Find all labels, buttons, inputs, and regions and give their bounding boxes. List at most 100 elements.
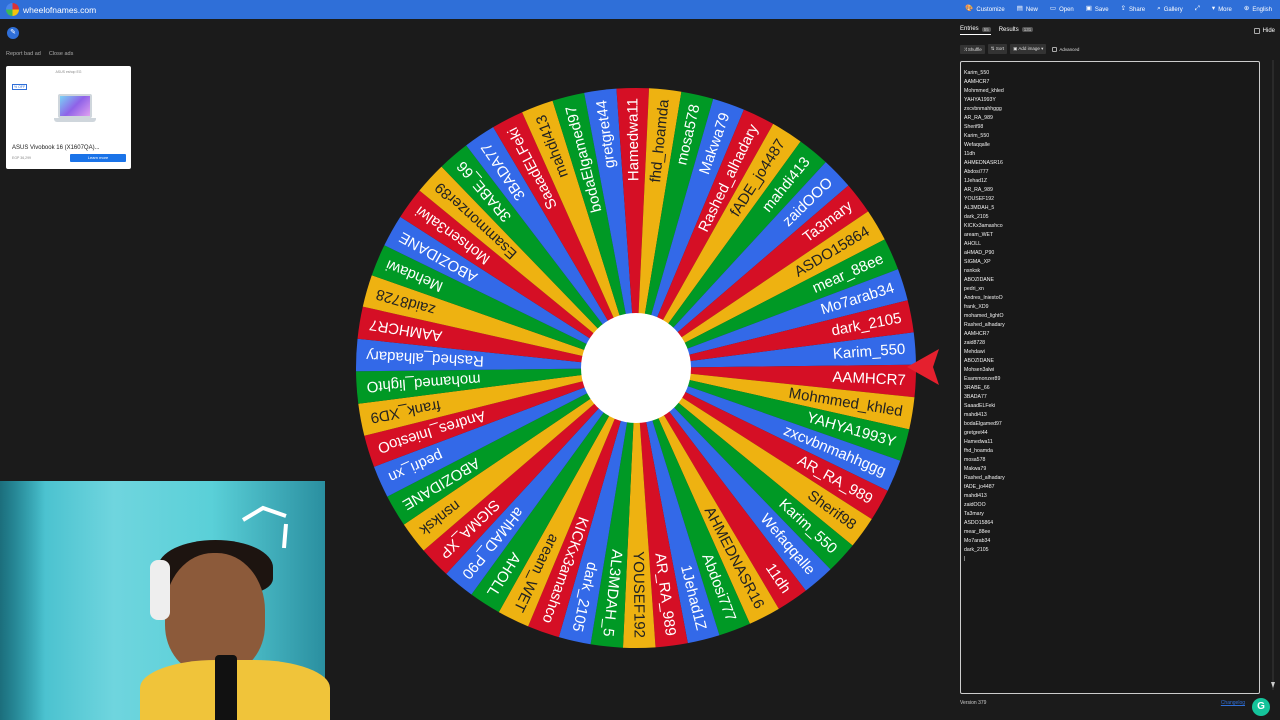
entry-line: Mohmmed_khled	[964, 88, 1004, 94]
hide-label: Hide	[1262, 28, 1275, 34]
entry-line: KICKx3amashco	[964, 223, 1003, 229]
entry-line: AR_RA_989	[964, 115, 993, 121]
new-icon: ▤	[1016, 5, 1023, 13]
menu-share-button[interactable]: ⇪ Share	[1121, 6, 1145, 13]
page-scrollbar[interactable]	[1270, 60, 1276, 690]
webcam-person	[165, 553, 265, 673]
entry-line: mosa578	[964, 457, 986, 463]
tab-results[interactable]: Results 131	[999, 26, 1034, 35]
entry-line: ABOZIDANE	[964, 277, 994, 283]
headphones	[150, 560, 170, 620]
menu-label: English	[1252, 6, 1272, 13]
entry-line: 3RABE_66	[964, 385, 990, 391]
menu-language-button[interactable]: ⊕ English	[1244, 6, 1272, 13]
entry-line: AR_RA_989	[964, 187, 993, 193]
add-image-label: Add image	[1018, 46, 1040, 51]
wheel-slice-label: Hamedwa11	[624, 98, 642, 181]
hide-checkbox[interactable]: Hide	[1253, 28, 1275, 34]
entry-line: Mohsen3alwi	[964, 367, 995, 373]
entry-line: nsnksk	[964, 268, 981, 274]
entry-line: AL3MDAH_5	[964, 205, 995, 211]
menu-open-button[interactable]: ▭ Open	[1050, 6, 1074, 13]
customize-icon: 🎨	[965, 5, 974, 13]
advanced-checkbox[interactable]: Advanced	[1052, 46, 1080, 52]
entry-line: 1Jehad1Z	[964, 178, 988, 184]
menu-label: Open	[1059, 6, 1074, 13]
menu-more-button[interactable]: ▾ More	[1212, 6, 1232, 13]
gallery-icon: ⌕	[1157, 5, 1161, 13]
edit-pencil-button[interactable]: ✎	[7, 27, 19, 39]
top-menu: 🎨 Customize ▤ New ▭ Open ▣ Save ⇪ Share ⌕ Gallery ⤢ ▾…	[965, 0, 1272, 19]
ad-learn-more-button[interactable]: Learn more	[70, 154, 126, 162]
ad-price: EGP 36,299	[12, 156, 32, 160]
wheel[interactable]: Karim_550 AAMHCR7 Mohmmed_khled YAHYA1993Y z…	[355, 87, 917, 649]
entry-line: fhd_hoamda	[964, 448, 993, 454]
wheel-center[interactable]	[581, 313, 691, 423]
tab-label: Entries	[960, 26, 979, 32]
tab-count: 55	[981, 26, 991, 32]
top-bar: wheelofnames.com 🎨 Customize ▤ New ▭ Open ▣ Sav…	[0, 0, 1280, 19]
report-ad-link[interactable]: Report bad ad	[6, 51, 41, 57]
laptop-image	[58, 94, 92, 118]
menu-new-button[interactable]: ▤ New	[1017, 6, 1038, 13]
entries-textarea[interactable]: Karim_550 AAMHCR7 Mohmmed_khled YAHYA1993Y z…	[960, 61, 1260, 694]
entry-line: zaidOOO	[964, 502, 986, 508]
entry-line: aream_WET	[964, 232, 994, 238]
close-ads-link[interactable]: Close ads	[49, 51, 73, 57]
entry-line: YAHYA1993Y	[964, 97, 996, 103]
ad-links: Report bad ad Close ads	[6, 51, 73, 57]
entry-line: Ta3mary	[964, 511, 984, 517]
entries-toolbar: ⤨ Shuffle ⇅ Sort ▣ Add image ▾ Advanced	[960, 44, 1079, 54]
entry-line: mahdi413	[964, 412, 987, 418]
grammarly-icon[interactable]: G	[1252, 698, 1270, 716]
entry-line: 3BADA77	[964, 394, 987, 400]
menu-label: Customize	[976, 6, 1005, 13]
site-name[interactable]: wheelofnames.com	[23, 5, 96, 15]
entries-panel: Entries 55 Results 131 Hide ⤨ Shuffle ⇅ …	[955, 22, 1280, 720]
shuffle-button[interactable]: ⤨ Shuffle	[960, 44, 985, 54]
entry-line: Karim_550	[964, 133, 990, 139]
entry-line: ABOZIDANE	[964, 358, 994, 364]
open-icon: ▭	[1049, 5, 1057, 13]
entry-line: mahdi413	[964, 493, 987, 499]
entry-line: Wefaqqalle	[964, 142, 990, 148]
wheel-slice-label: YOUSEF192	[630, 551, 648, 638]
entry-line: Makwa79	[964, 466, 987, 472]
webcam-shadow	[0, 481, 45, 720]
ad-title[interactable]: ASUS Vivobook 16 (X1607QA)...	[12, 145, 100, 151]
sort-label: Sort	[995, 46, 1005, 51]
entry-line: dark_2105	[964, 214, 989, 220]
ad-card[interactable]: ASUS eshop EG % OFF ASUS Vivobook 16 (X1…	[6, 66, 131, 169]
entry-line: fADE_jo4487	[964, 484, 995, 490]
menu-fullscreen-button[interactable]: ⤢	[1195, 6, 1200, 13]
entry-line: SIGMA_XP	[964, 259, 991, 265]
logo-icon[interactable]	[6, 3, 19, 16]
checkbox-icon[interactable]	[1253, 28, 1260, 34]
tab-entries[interactable]: Entries 55	[960, 26, 991, 35]
entry-line: SaaadELFeki	[964, 403, 996, 409]
menu-customize-button[interactable]: 🎨 Customize	[965, 6, 1004, 13]
sort-button[interactable]: ⇅ Sort	[987, 44, 1008, 54]
ad-sponsor: ASUS eshop EG	[55, 70, 82, 74]
checkbox-icon[interactable]	[1052, 46, 1058, 52]
entry-line: zxcvbnmahhggg	[964, 106, 1002, 112]
tab-count: 131	[1021, 27, 1034, 32]
entry-line: ASDO15864	[964, 520, 994, 526]
entry-line: YOUSEF192	[964, 196, 994, 202]
advanced-label: Advanced	[1059, 46, 1080, 52]
menu-gallery-button[interactable]: ⌕ Gallery	[1157, 6, 1183, 13]
menu-label: Gallery	[1163, 6, 1183, 13]
add-image-button[interactable]: ▣ Add image ▾	[1010, 44, 1047, 54]
menu-save-button[interactable]: ▣ Save	[1086, 6, 1109, 13]
share-icon: ⇪	[1120, 5, 1127, 13]
entry-line: Abdosi777	[964, 169, 989, 175]
entry-line: Rashed_alhadary	[964, 322, 1005, 328]
menu-label: Share	[1129, 6, 1146, 13]
entries-list: Karim_550 AAMHCR7 Mohmmed_khled YAHYA1993Y z…	[964, 69, 1256, 564]
menu-label: More	[1218, 6, 1232, 13]
entry-line: Esammonzer89	[964, 376, 1001, 382]
entry-line: AHMEDNASR16	[964, 160, 1003, 166]
changelog-link[interactable]: Changelog	[1221, 700, 1245, 706]
entry-line: Hamedwa11	[964, 439, 993, 445]
entry-line: bodaElgamed97	[964, 421, 1002, 427]
